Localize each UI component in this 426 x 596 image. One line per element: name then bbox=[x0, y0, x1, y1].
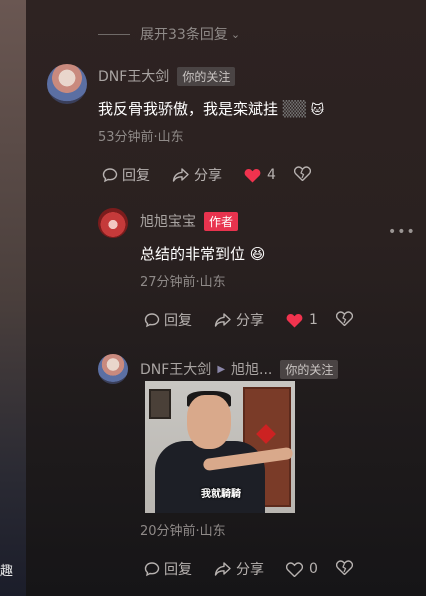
author-tag: 作者 bbox=[204, 211, 239, 231]
username[interactable]: DNF王大剑 bbox=[140, 359, 211, 379]
divider-line bbox=[98, 33, 130, 35]
heart-outline-icon bbox=[286, 561, 303, 577]
expand-replies-button[interactable]: 展开33条回复 ⌄ bbox=[98, 24, 240, 44]
meme-caption: 我就騎騎 bbox=[201, 489, 241, 500]
comment-header: DNF王大剑 ▶ 旭旭... 你的关注 bbox=[140, 359, 339, 379]
meme-image[interactable]: 我就騎騎 bbox=[145, 381, 295, 513]
like-count: 1 bbox=[309, 312, 318, 328]
reply-icon bbox=[144, 313, 160, 328]
reply-arrow-icon: ▶ bbox=[217, 363, 226, 375]
avatar[interactable] bbox=[47, 64, 87, 104]
wall-frame bbox=[149, 389, 171, 419]
comment-header: DNF王大剑 你的关注 bbox=[98, 66, 236, 86]
share-label: 分享 bbox=[194, 168, 222, 184]
reply-label: 回复 bbox=[122, 168, 150, 184]
fu-sign bbox=[256, 424, 276, 444]
share-label: 分享 bbox=[236, 562, 264, 578]
expand-replies-label: 展开33条回复 bbox=[140, 27, 228, 43]
broken-heart-icon bbox=[293, 165, 312, 181]
more-options-icon[interactable]: ••• bbox=[388, 224, 416, 240]
comment-text: 总结的非常到位 😆 bbox=[140, 243, 265, 264]
share-button[interactable]: 分享 bbox=[214, 310, 264, 330]
reply-label: 回复 bbox=[164, 313, 192, 329]
following-tag: 你的关注 bbox=[280, 359, 339, 379]
edge-text: 趣 bbox=[0, 564, 14, 579]
comment-body: 我反骨我骄傲，我是栾斌挂 bbox=[98, 100, 279, 118]
blurred-text: ▒▒ bbox=[282, 100, 306, 118]
comment-meta: 27分钟前·山东 bbox=[140, 275, 226, 290]
comment-header: 旭旭宝宝 作者 bbox=[140, 211, 239, 231]
username[interactable]: 旭旭宝宝 bbox=[140, 211, 196, 231]
share-label: 分享 bbox=[236, 313, 264, 329]
comment-meta: 20分钟前·山东 bbox=[140, 524, 226, 539]
comment-body: 总结的非常到位 bbox=[140, 245, 246, 263]
heart-filled-icon bbox=[286, 313, 303, 327]
share-icon bbox=[214, 313, 231, 327]
broken-heart-icon bbox=[335, 559, 354, 575]
dislike-button[interactable] bbox=[335, 559, 354, 579]
reply-icon bbox=[102, 168, 118, 183]
comment-actions: 回复 分享 4 bbox=[102, 165, 312, 185]
chevron-down-icon: ⌄ bbox=[230, 27, 241, 41]
reply-button[interactable]: 回复 bbox=[102, 165, 150, 185]
like-button[interactable]: 4 bbox=[244, 167, 276, 183]
like-count: 4 bbox=[267, 167, 276, 183]
like-button[interactable]: 0 bbox=[286, 561, 318, 577]
reply-button[interactable]: 回复 bbox=[144, 559, 192, 579]
dislike-button[interactable] bbox=[293, 165, 312, 185]
reply-icon bbox=[144, 562, 160, 577]
share-button[interactable]: 分享 bbox=[214, 559, 264, 579]
share-icon bbox=[214, 562, 231, 576]
reply-label: 回复 bbox=[164, 562, 192, 578]
share-button[interactable]: 分享 bbox=[172, 165, 222, 185]
following-tag: 你的关注 bbox=[177, 66, 236, 86]
reply-button[interactable]: 回复 bbox=[144, 310, 192, 330]
like-count: 0 bbox=[309, 561, 318, 577]
comment-actions: 回复 分享 0 bbox=[144, 559, 354, 579]
reply-to-username[interactable]: 旭旭... bbox=[231, 359, 272, 379]
username[interactable]: DNF王大剑 bbox=[98, 66, 169, 86]
share-icon bbox=[172, 168, 189, 182]
comment-text: 我反骨我骄傲，我是栾斌挂 ▒▒ 🐱 bbox=[98, 98, 324, 119]
person-head bbox=[187, 395, 231, 449]
broken-heart-icon bbox=[335, 310, 354, 326]
avatar[interactable] bbox=[98, 354, 128, 384]
grin-emoji-icon: 😆 bbox=[249, 245, 266, 263]
comment-actions: 回复 分享 1 bbox=[144, 310, 354, 330]
like-button[interactable]: 1 bbox=[286, 312, 318, 328]
heart-filled-icon bbox=[244, 168, 261, 182]
cat-emoji-icon: 🐱 bbox=[310, 103, 325, 118]
avatar[interactable] bbox=[98, 208, 128, 238]
left-edge-panel: 趣 bbox=[0, 0, 26, 596]
comment-meta: 53分钟前·山东 bbox=[98, 130, 184, 145]
dislike-button[interactable] bbox=[335, 310, 354, 330]
